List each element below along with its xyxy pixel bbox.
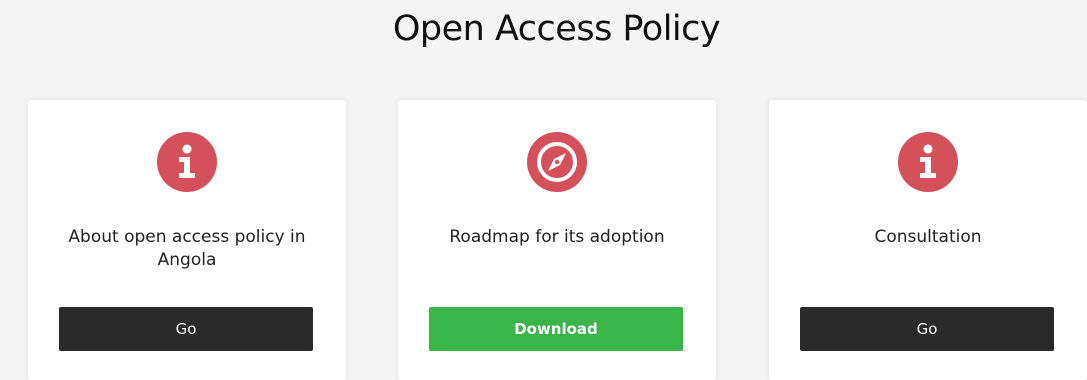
- download-button[interactable]: Download: [429, 307, 683, 351]
- go-button[interactable]: Go: [800, 307, 1054, 351]
- page-title: Open Access Policy: [392, 9, 721, 49]
- go-button[interactable]: Go: [59, 307, 313, 351]
- cards-container: About open access policy in Angola Go Ro…: [0, 100, 1087, 380]
- card-about-policy: About open access policy in Angola Go: [28, 100, 346, 380]
- card-text: Roadmap for its adoption: [449, 227, 665, 247]
- card-text: About open access policy in Angola: [68, 227, 306, 270]
- card-text: Consultation: [874, 227, 982, 247]
- card-roadmap: Roadmap for its adoption Download: [398, 100, 716, 380]
- card-consultation: Consultation Go: [769, 100, 1087, 380]
- info-icon: [898, 132, 958, 192]
- info-icon: [157, 132, 217, 192]
- compass-icon: [527, 132, 587, 192]
